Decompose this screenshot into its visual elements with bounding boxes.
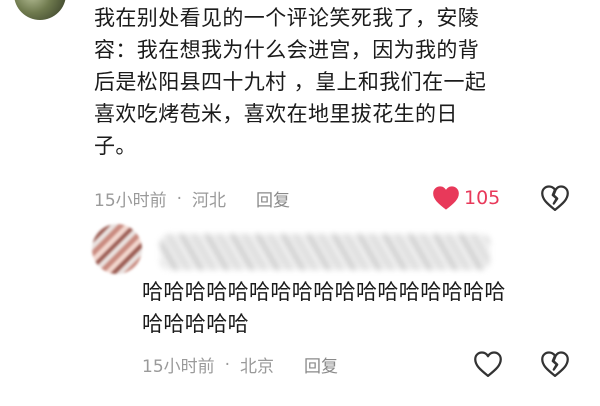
comment-time: 15小时前 — [94, 191, 167, 211]
comment-reply-button[interactable]: 回复 — [256, 186, 290, 211]
commenter-avatar[interactable] — [14, 0, 66, 20]
broken-heart-icon[interactable] — [540, 184, 570, 212]
reply-meta: 15小时前 · 北京 回复 — [142, 352, 338, 378]
like-count: 105 — [464, 187, 501, 209]
meta-separator: · — [224, 354, 231, 375]
reply-username-blurred — [160, 234, 490, 270]
reply-text: 哈哈哈哈哈哈哈哈哈哈哈哈哈哈哈哈哈 哈哈哈哈哈 — [142, 280, 506, 336]
reply-avatar[interactable] — [92, 224, 142, 274]
comment-like-button[interactable]: 105 — [432, 184, 500, 212]
broken-heart-icon[interactable] — [540, 350, 570, 378]
comment-text: 我在别处看见的一个评论笑死我了，安陵 容：我在想我为什么会进宫，因为我的背 后是… — [94, 6, 487, 158]
comment-location: 河北 — [192, 191, 227, 211]
comment-meta: 15小时前 · 河北 回复 — [94, 186, 290, 212]
reply-reply-button[interactable]: 回复 — [304, 352, 338, 377]
reply-time: 15小时前 — [142, 357, 215, 377]
heart-filled-icon — [433, 186, 459, 210]
reply-location: 北京 — [240, 357, 275, 377]
meta-separator: · — [176, 188, 183, 209]
heart-outline-icon[interactable] — [473, 350, 503, 378]
